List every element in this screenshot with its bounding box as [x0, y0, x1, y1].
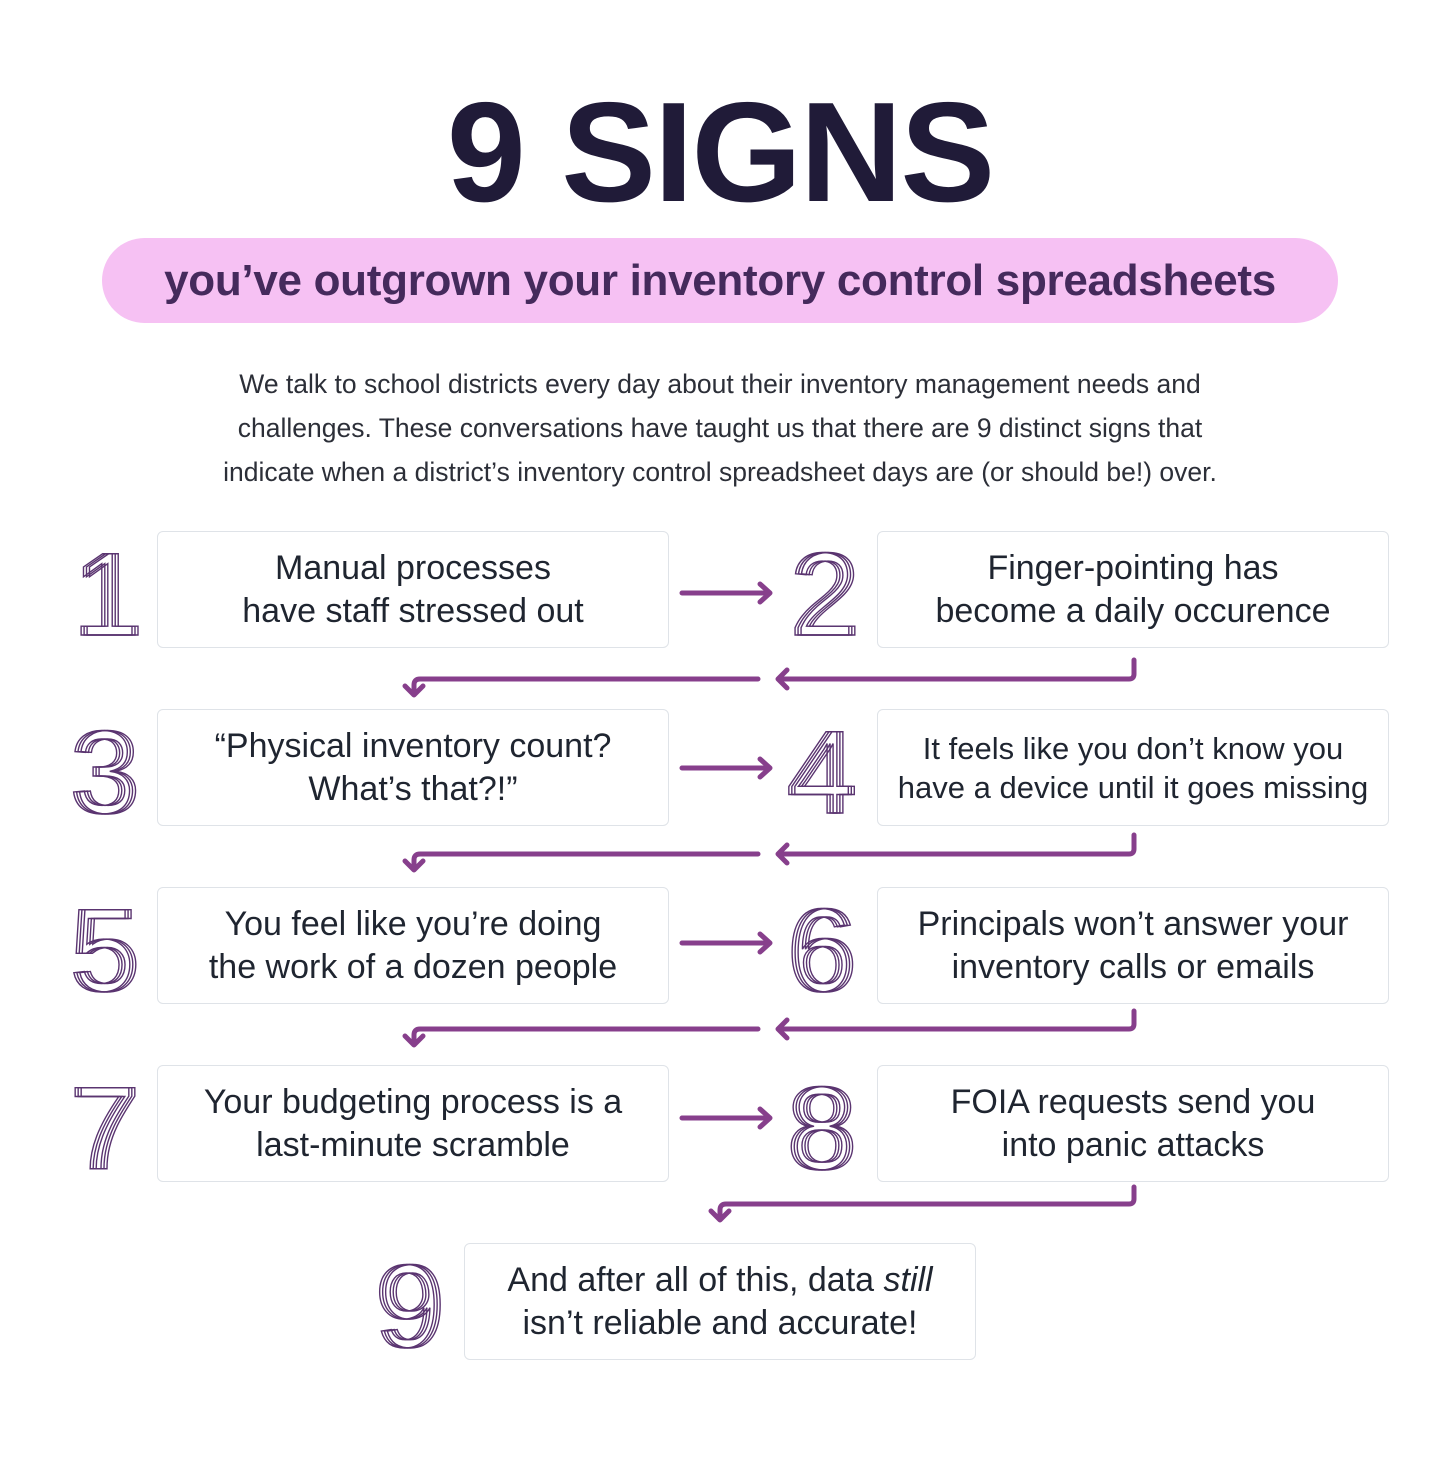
sign-text-line: have a device until it goes missing	[897, 769, 1369, 805]
sign-card-4: It feels like you don’t know you have a …	[877, 709, 1389, 826]
svg-text:4: 4	[792, 718, 858, 818]
arrow-return-icon	[402, 676, 761, 698]
sign-text-line: the work of a dozen people	[208, 947, 618, 986]
sign-text-line: Principals won’t answer your	[917, 904, 1349, 943]
arrow-return-icon	[775, 657, 1137, 691]
sign-text-line: isn’t reliable and accurate!	[522, 1303, 918, 1342]
numeral-5-icon: 5 5 5	[68, 896, 141, 996]
svg-text:6: 6	[792, 896, 858, 996]
sign-card-6: Principals won’t answer your inventory c…	[877, 887, 1389, 1004]
numeral-8-icon: 8 8 8	[785, 1074, 858, 1174]
subtitle-banner: you’ve outgrown your inventory control s…	[102, 238, 1338, 323]
sign-text-line: into panic attacks	[1001, 1125, 1265, 1164]
svg-text:7: 7	[75, 1074, 141, 1174]
sign-card-7: Your budgeting process is a last-minute …	[157, 1065, 669, 1182]
arrow-right-icon	[679, 581, 773, 605]
subtitle-text: you’ve outgrown your inventory control s…	[164, 255, 1276, 305]
sign-text-line: What’s that?!”	[308, 769, 518, 808]
numeral-7-icon: 7 7 7	[68, 1074, 141, 1174]
svg-text:5: 5	[75, 896, 141, 996]
arrow-right-icon	[679, 931, 773, 955]
arrow-return-icon	[775, 1008, 1137, 1041]
numeral-9-icon: 9 9 9	[373, 1252, 446, 1352]
numeral-6-icon: 6 6 6	[785, 896, 858, 996]
sign-text-line: It feels like you don’t know you	[922, 730, 1344, 766]
sign-text-line: inventory calls or emails	[951, 947, 1315, 986]
sign-text-line: last-minute scramble	[256, 1125, 570, 1164]
sign-text-line: have staff stressed out	[242, 591, 584, 630]
arrow-return-icon	[402, 1026, 761, 1048]
sign-text-line: You feel like you’re doing	[224, 904, 602, 943]
page-title: 9 SIGNS	[446, 73, 995, 232]
svg-text:1: 1	[78, 540, 144, 640]
sign-text-line: become a daily occurence	[935, 591, 1331, 630]
arrow-return-icon	[775, 832, 1137, 866]
sign-card-2: Finger-pointing has become a daily occur…	[877, 531, 1389, 648]
intro-line: We talk to school districts every day ab…	[239, 369, 1201, 399]
sign-card-8: FOIA requests send you into panic attack…	[877, 1065, 1389, 1182]
arrow-return-icon	[708, 1184, 1137, 1223]
intro-line: challenges. These conversations have tau…	[237, 413, 1203, 443]
svg-text:9: 9	[380, 1252, 446, 1352]
numeral-3-icon: 3 3 3	[68, 718, 141, 818]
sign-text-line: Manual processes	[275, 548, 551, 587]
numeral-2-icon: 2 2 2	[788, 540, 861, 640]
numeral-1-icon: 1 1 1	[71, 540, 144, 640]
arrow-right-icon	[679, 756, 773, 780]
sign-card-1: Manual processes have staff stressed out	[157, 531, 669, 648]
arrow-right-icon	[679, 1106, 773, 1130]
sign-text-emphasis: still	[883, 1260, 933, 1299]
numeral-4-icon: 4 4 4	[785, 718, 858, 818]
sign-text-segment: And after all of this, data	[507, 1260, 884, 1299]
arrow-return-icon	[402, 851, 761, 873]
intro-paragraph: We talk to school districts every day ab…	[150, 362, 1290, 494]
svg-text:3: 3	[75, 718, 141, 818]
sign-text-line: Your budgeting process is a	[203, 1082, 623, 1121]
sign-text-line: “Physical inventory count?	[214, 726, 612, 765]
sign-text-line: And after all of this, data still	[507, 1259, 932, 1302]
intro-line: indicate when a district’s inventory con…	[223, 457, 1217, 487]
sign-text-line: Finger-pointing has	[987, 548, 1279, 587]
sign-text-line: FOIA requests send you	[950, 1082, 1316, 1121]
sign-card-5: You feel like you’re doing the work of a…	[157, 887, 669, 1004]
sign-card-9: And after all of this, data still isn’t …	[464, 1243, 976, 1360]
svg-text:8: 8	[792, 1074, 858, 1174]
svg-text:2: 2	[795, 540, 861, 640]
sign-card-3: “Physical inventory count? What’s that?!…	[157, 709, 669, 826]
